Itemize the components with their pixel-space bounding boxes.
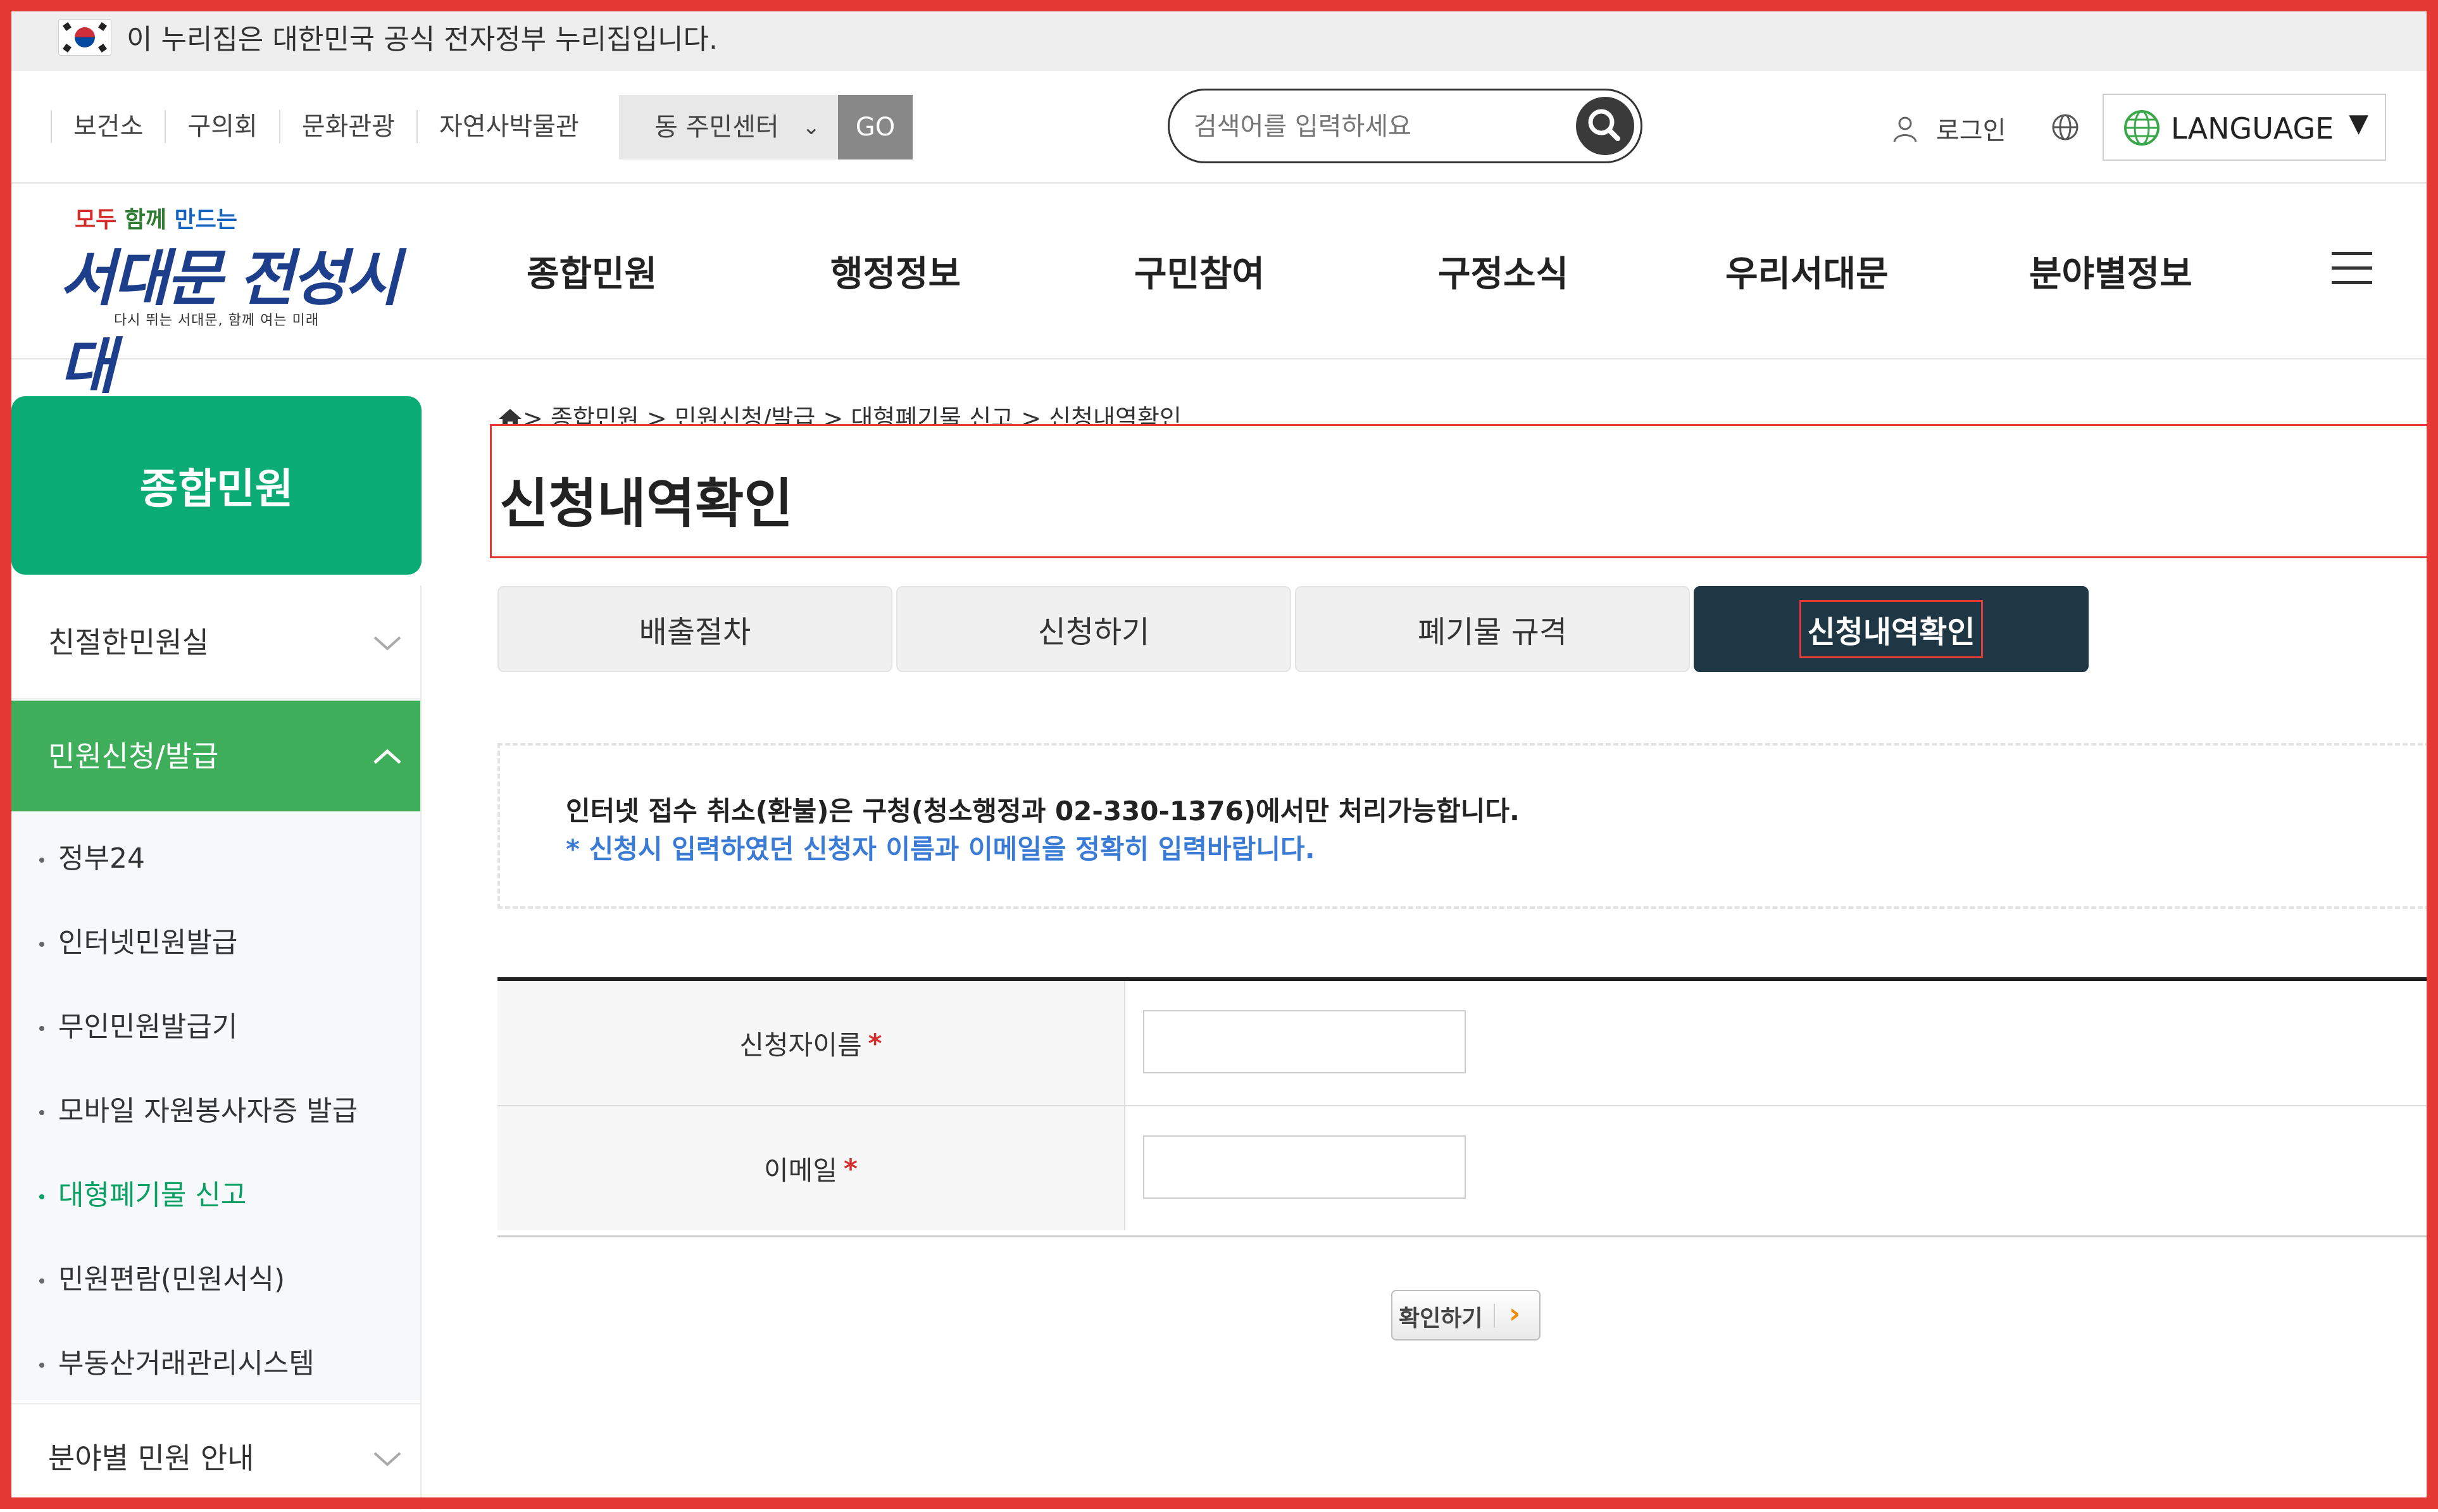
chevron-down-icon: ⌄: [802, 115, 821, 140]
sub-item-volunteer-card[interactable]: 모바일 자원봉사자증 발급: [39, 1088, 358, 1128]
login-link[interactable]: 로그인: [1889, 110, 2006, 147]
required-mark: *: [868, 1027, 882, 1059]
sub-item-civil-handbook[interactable]: 민원편람(민원서식): [39, 1256, 285, 1297]
confirm-label: 확인하기: [1399, 1306, 1483, 1332]
link-culture-tourism[interactable]: 문화관광: [278, 110, 416, 143]
link-health-center[interactable]: 보건소: [51, 110, 165, 143]
language-globe-icon: [2124, 110, 2160, 146]
go-button[interactable]: GO: [838, 95, 913, 159]
lookup-form: 신청자이름 * 이메일 *: [497, 977, 2438, 1237]
globe-icon[interactable]: [2049, 111, 2081, 143]
community-center-select[interactable]: 동 주민센터 ⌄: [619, 95, 838, 159]
language-label: LANGUAGE: [2171, 111, 2334, 146]
sub-item-bulky-waste[interactable]: 대형폐기물 신고: [39, 1172, 246, 1213]
login-label: 로그인: [1936, 116, 2006, 146]
sub-item-kiosk[interactable]: 무인민원발급기: [39, 1004, 237, 1044]
language-button[interactable]: LANGUAGE ▼: [2103, 94, 2386, 161]
community-center-select-value: 동 주민센터: [654, 113, 779, 142]
sidebar-menu: 친절한민원실 민원신청/발급 정부24 인터넷민원발급 무인민원발급기 모바일 …: [11, 585, 422, 1509]
gnb-field-info[interactable]: 분야별정보: [2029, 246, 2192, 297]
tab-apply[interactable]: 신청하기: [896, 586, 1291, 672]
tab-waste-size[interactable]: 폐기물 규격: [1295, 586, 1690, 672]
site-header: 모두 함께 만드는 서대문 전성시대 다시 뛰는 서대문, 함께 여는 미래 종…: [0, 182, 2438, 402]
page-title-box: 신청내역확인: [490, 424, 2438, 558]
sidebar-item-field-guide[interactable]: 분야별 민원 안내: [11, 1403, 420, 1511]
link-natural-history-museum[interactable]: 자연사박물관: [416, 110, 601, 143]
sidebar-title: 종합민원: [11, 396, 422, 575]
search-icon: [1588, 109, 1620, 141]
page-title: 신청내역확인: [499, 473, 793, 535]
gnb-our-seodaemun[interactable]: 우리서대문: [1725, 246, 1889, 297]
chevron-right-icon: ›: [1509, 1297, 1521, 1330]
sub-item-gov24[interactable]: 정부24: [39, 835, 145, 876]
gov-banner: 이 누리집은 대한민국 공식 전자정부 누리집입니다.: [0, 0, 2438, 71]
home-icon[interactable]: [497, 408, 523, 424]
sidebar-sub-list: 정부24 인터넷민원발급 무인민원발급기 모바일 자원봉사자증 발급 대형폐기물…: [11, 811, 420, 1400]
korea-flag-icon: [58, 19, 111, 56]
gnb-district-news[interactable]: 구정소식: [1438, 246, 1568, 297]
applicant-name-input[interactable]: [1143, 1010, 1466, 1073]
form-row-email: 이메일 *: [497, 1106, 2438, 1230]
tab-check-history[interactable]: 신청내역확인: [1694, 586, 2089, 672]
notice-refund-text: 인터넷 접수 취소(환불)은 구청(청소행정과 02-330-1376)에서만 …: [566, 796, 1520, 827]
notice-box: 인터넷 접수 취소(환불)은 구청(청소행정과 02-330-1376)에서만 …: [497, 743, 2438, 909]
user-icon: [1893, 116, 1917, 142]
sidebar-item-civil-apply[interactable]: 민원신청/발급: [11, 701, 420, 812]
gnb-participation[interactable]: 구민참여: [1134, 246, 1265, 297]
form-row-name: 신청자이름 *: [497, 981, 2438, 1106]
confirm-button[interactable]: 확인하기 ›: [1391, 1290, 1541, 1340]
required-mark: *: [843, 1153, 858, 1184]
family-site-links: 보건소 구의회 문화관광 자연사박물관: [51, 110, 601, 143]
email-label: 이메일 *: [497, 1106, 1125, 1230]
sub-item-real-estate[interactable]: 부동산거래관리시스템: [39, 1340, 315, 1381]
link-district-council[interactable]: 구의회: [165, 110, 278, 143]
name-label: 신청자이름 *: [497, 981, 1125, 1105]
chevron-down-icon: [372, 585, 403, 699]
utility-bar: 보건소 구의회 문화관광 자연사박물관 동 주민센터 ⌄ GO 로그인: [0, 71, 2438, 184]
breadcrumb: > 종합민원 > 민원신청/발급 > 대형폐기물 신고 > 신청내역확인: [497, 399, 1182, 424]
caret-down-icon: ▼: [2349, 109, 2368, 138]
notice-input-guide: * 신청시 입력하였던 신청자 이름과 이메일을 정확히 입력바랍니다.: [566, 834, 1315, 865]
email-input[interactable]: [1143, 1135, 1466, 1199]
sub-item-internet-issuance[interactable]: 인터넷민원발급: [39, 920, 237, 960]
gnb-civil-service[interactable]: 종합민원: [527, 246, 657, 297]
sidebar-item-kind-civil-office[interactable]: 친절한민원실: [11, 585, 420, 699]
gnb-admin-info[interactable]: 행정정보: [830, 246, 961, 297]
search-bar: [1168, 89, 1642, 163]
logo-subtitle: 다시 뛰는 서대문, 함께 여는 미래: [114, 313, 320, 328]
search-input[interactable]: [1192, 102, 1549, 151]
search-button[interactable]: [1576, 97, 1634, 155]
tab-disposal-procedure[interactable]: 배출절차: [497, 586, 892, 672]
chevron-up-icon: [372, 701, 403, 812]
breadcrumb-path: > 종합민원 > 민원신청/발급 > 대형폐기물 신고 > 신청내역확인: [523, 404, 1182, 424]
gov-banner-text: 이 누리집은 대한민국 공식 전자정부 누리집입니다.: [127, 23, 718, 56]
menu-icon[interactable]: [2332, 252, 2372, 285]
site-logo[interactable]: 모두 함께 만드는 서대문 전성시대 다시 뛰는 서대문, 함께 여는 미래: [51, 201, 411, 402]
chevron-down-icon: [372, 1404, 403, 1512]
